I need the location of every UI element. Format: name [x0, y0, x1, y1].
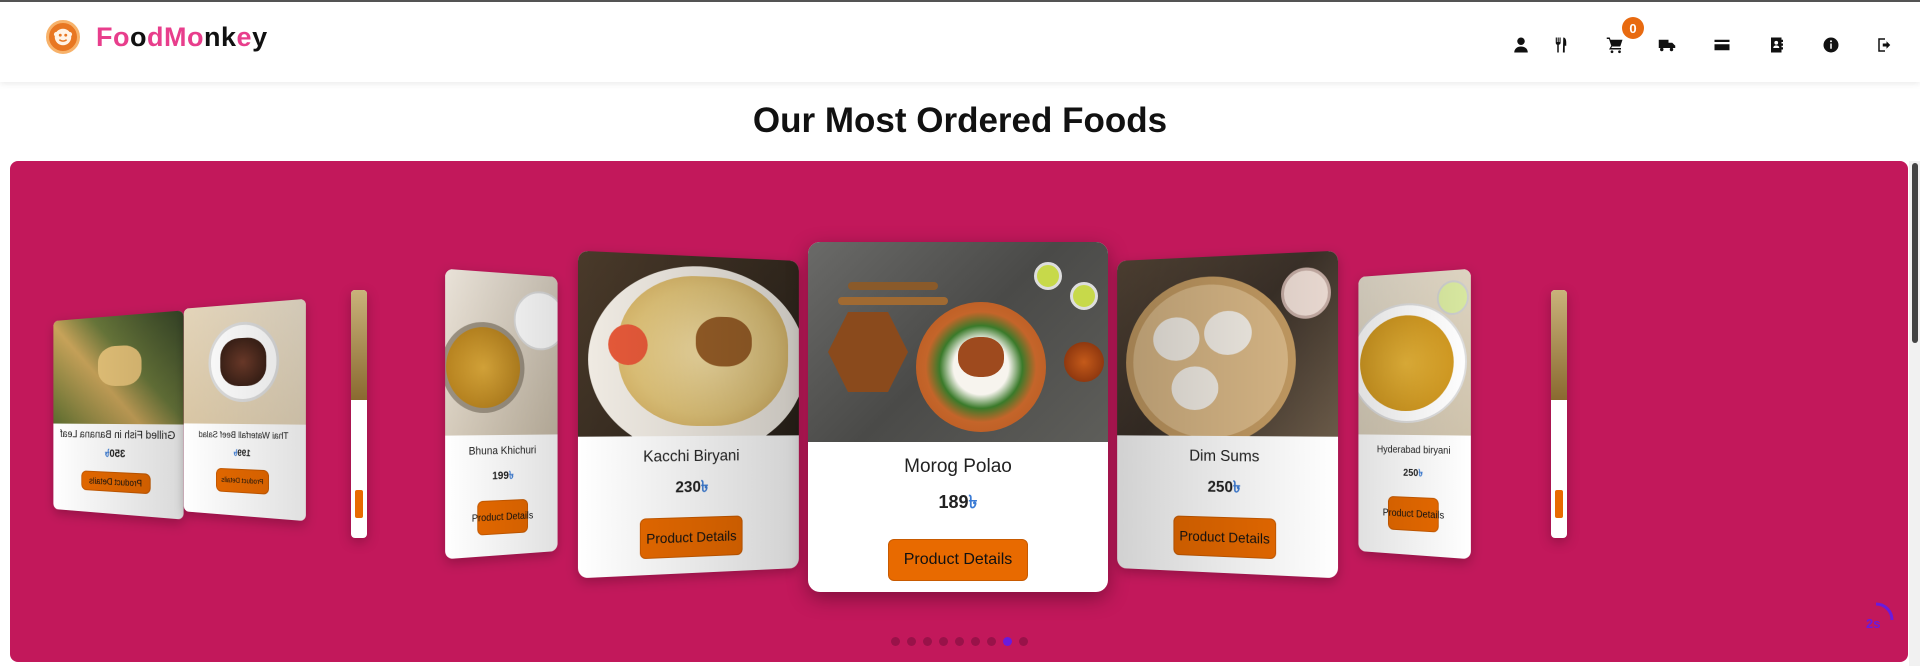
food-card[interactable]: Thai Waterfall Beef Salad 199৳ Product D… — [183, 298, 306, 522]
food-price: 250৳ — [1207, 478, 1241, 497]
product-details-button[interactable]: Product Details — [81, 470, 151, 495]
pagination-dot[interactable] — [906, 637, 916, 646]
pagination-dot[interactable] — [954, 637, 964, 646]
food-carousel[interactable]: Grilled Fish in Banana Leaf 350৳ Product… — [10, 161, 1908, 662]
section-title: Our Most Ordered Foods — [752, 101, 1168, 140]
food-card[interactable] — [1551, 290, 1567, 538]
food-card[interactable]: Hyderabad biryani 250৳ Product Details — [1358, 268, 1471, 560]
user-icon[interactable] — [1508, 32, 1534, 58]
food-name: Morog Polao — [904, 456, 1012, 477]
product-details-button[interactable]: Product Details — [1173, 515, 1277, 560]
food-name: Dim Sums — [1189, 447, 1260, 466]
food-name: Kacchi Biryani — [643, 447, 740, 466]
food-price: 189৳ — [938, 492, 978, 512]
utensils-icon[interactable] — [1548, 32, 1574, 58]
page-scrollbar-thumb[interactable] — [1912, 163, 1918, 343]
food-name: Thai Waterfall Beef Salad — [198, 429, 289, 442]
food-card[interactable]: Morog Polao 189৳ Product Details — [808, 242, 1108, 592]
food-name: Grilled Fish in Banana Leaf — [60, 428, 176, 443]
sign-out-icon[interactable] — [1872, 32, 1898, 58]
cart-icon[interactable] — [1602, 32, 1628, 58]
food-price: 350৳ — [104, 447, 126, 461]
credit-card-icon[interactable] — [1709, 32, 1735, 58]
food-price: 250৳ — [1403, 467, 1423, 480]
food-image — [1117, 250, 1339, 437]
food-card[interactable]: Kacchi Biryani 230৳ Product Details — [577, 250, 799, 579]
info-icon[interactable] — [1818, 32, 1844, 58]
nav-icon-bar: 0 — [0, 17, 1920, 60]
food-image — [1358, 268, 1471, 436]
pagination-dot[interactable] — [938, 637, 948, 646]
product-details-button[interactable]: Product Details — [1383, 495, 1444, 533]
cart-count-badge: 0 — [1622, 17, 1644, 39]
contact-book-icon[interactable] — [1764, 32, 1790, 58]
navbar: FoodMonkey 0 — [0, 2, 1920, 82]
autoplay-timer-label: 2s — [1866, 616, 1881, 631]
food-name: Bhuna Khichuri — [468, 444, 537, 458]
food-image — [1551, 290, 1567, 400]
food-price: 199৳ — [492, 469, 514, 483]
food-image — [183, 298, 306, 425]
product-details-button[interactable]: Product Details — [472, 498, 533, 536]
pagination-dot[interactable] — [1018, 637, 1028, 646]
pagination-dot[interactable] — [890, 637, 900, 646]
food-card[interactable]: Grilled Fish in Banana Leaf 350৳ Product… — [53, 310, 184, 520]
carousel-pagination — [10, 637, 1908, 646]
pagination-dot[interactable] — [986, 637, 996, 646]
pagination-dot[interactable] — [922, 637, 932, 646]
food-card[interactable] — [351, 290, 367, 538]
product-details-button[interactable]: Product Details — [216, 467, 270, 495]
food-image — [577, 250, 799, 437]
product-details-button[interactable]: Product Details — [888, 539, 1028, 581]
food-image — [351, 290, 367, 400]
pagination-dot-active[interactable] — [1002, 637, 1012, 646]
food-card[interactable]: Bhuna Khichuri 199৳ Product Details — [445, 268, 558, 560]
food-price: 230৳ — [675, 478, 709, 497]
food-image — [53, 310, 184, 425]
truck-icon[interactable] — [1654, 32, 1680, 58]
food-image — [808, 242, 1108, 442]
pagination-dot[interactable] — [970, 637, 980, 646]
product-details-button[interactable]: Product Details — [639, 515, 743, 560]
food-image — [445, 268, 558, 436]
food-card[interactable]: Dim Sums 250৳ Product Details — [1117, 250, 1339, 579]
food-name: Hyderabad biryani — [1376, 444, 1451, 457]
food-price: 199৳ — [233, 447, 251, 459]
